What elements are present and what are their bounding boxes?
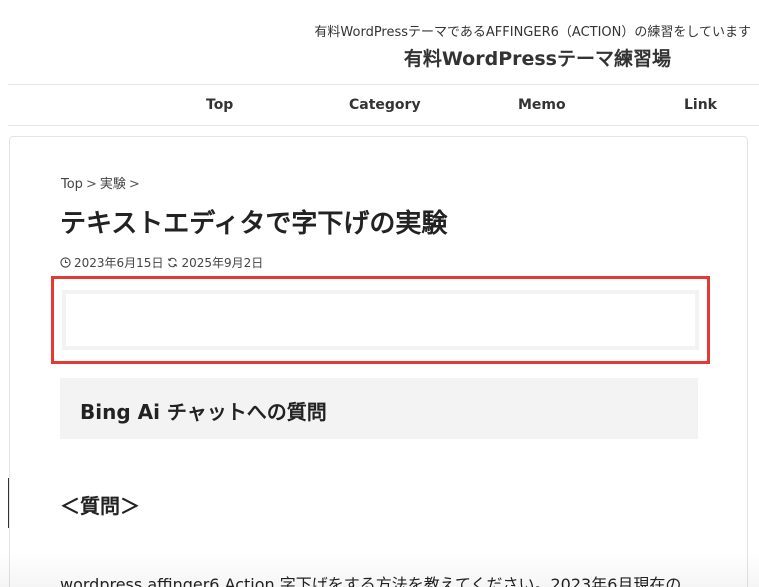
nav-item-top[interactable]: Top (206, 97, 233, 113)
site-header: 有料WordPressテーマであるAFFINGER6（ACTION）の練習をして… (0, 0, 759, 84)
section-heading: Bing Ai チャットへの質問 (80, 400, 327, 424)
site-tagline: 有料WordPressテーマであるAFFINGER6（ACTION）の練習をして… (314, 25, 751, 40)
post-title: テキストエディタで字下げの実験 (60, 209, 448, 239)
clock-icon (60, 257, 71, 268)
page: 有料WordPressテーマであるAFFINGER6（ACTION）の練習をして… (0, 0, 759, 587)
left-edge-line (8, 478, 9, 528)
breadcrumb-separator: > (128, 177, 140, 192)
refresh-icon (168, 257, 178, 268)
nav-item-memo[interactable]: Memo (518, 97, 566, 113)
nav-item-link[interactable]: Link (684, 97, 717, 113)
site-title[interactable]: 有料WordPressテーマ練習場 (404, 44, 671, 71)
empty-box (62, 290, 699, 350)
breadcrumb-item-top[interactable]: Top (61, 177, 83, 192)
breadcrumb-item-category[interactable]: 実験 (100, 177, 126, 192)
section-heading-box: Bing Ai チャットへの質問 (60, 378, 698, 439)
subheading-question: ＜質問＞ (60, 494, 140, 518)
highlight-box (51, 276, 710, 364)
published-date: 2023年6月15日 (74, 256, 164, 270)
breadcrumb-separator: > (85, 177, 97, 192)
post-meta: 2023年6月15日 2025年9月2日 (60, 254, 263, 271)
body-paragraph: wordpress affinger6 Action 字下げをする方法を教えてく… (60, 575, 682, 587)
post-container: Top > 実験 > テキストエディタで字下げの実験 2023年6月15日 2025年… (9, 136, 748, 587)
breadcrumb: Top > 実験 > (61, 173, 143, 192)
global-nav: Top Category Memo Link (8, 85, 759, 125)
updated-date: 2025年9月2日 (181, 256, 264, 270)
nav-item-category[interactable]: Category (349, 97, 421, 113)
nav-divider (8, 125, 759, 126)
